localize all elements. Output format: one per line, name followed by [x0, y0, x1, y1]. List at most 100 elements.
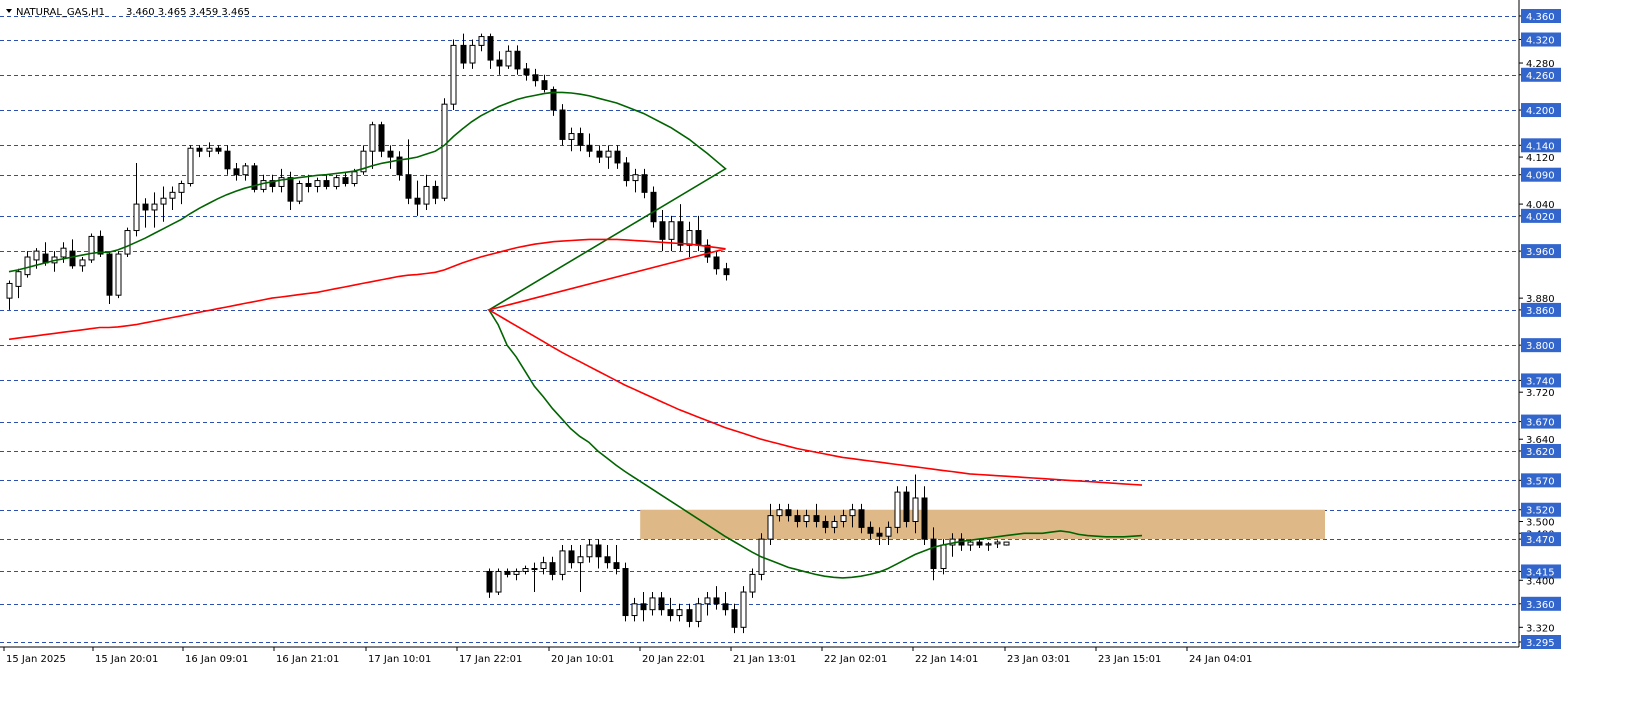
candle-body [858, 509, 865, 528]
candle-body [613, 562, 620, 570]
level-price-label: 3.360 [1526, 600, 1555, 611]
candle [650, 186, 657, 228]
time-tick-label: 20 Jan 22:01 [642, 654, 705, 665]
candle-body [713, 597, 720, 605]
candle-body [767, 515, 774, 540]
candle-body [487, 36, 494, 61]
candle-body [169, 191, 176, 199]
candle-body [495, 570, 502, 593]
chart-background [0, 0, 1651, 704]
candle-body [722, 603, 729, 611]
price-tick-label: 4.120 [1526, 153, 1555, 164]
candle-body [532, 74, 539, 82]
level-price-label: 4.140 [1526, 141, 1555, 152]
candle-body [622, 568, 629, 617]
candle-body [378, 124, 385, 152]
time-tick-label: 16 Jan 21:01 [276, 654, 339, 665]
level-price-label: 3.570 [1526, 476, 1555, 487]
candle-body [42, 253, 49, 264]
time-tick-label: 22 Jan 02:01 [824, 654, 887, 665]
candle-body [930, 538, 937, 570]
candle-body [785, 509, 792, 517]
candle-body [142, 203, 149, 211]
candle-body [740, 591, 747, 628]
candle [124, 227, 131, 257]
candle-body [531, 568, 538, 571]
candle-body [333, 177, 340, 187]
candle [187, 145, 194, 187]
price-tick-label: 3.400 [1526, 576, 1555, 587]
candle-body [577, 133, 584, 146]
candle-body [658, 597, 665, 611]
candle-body [776, 509, 783, 517]
candle-body [586, 544, 593, 558]
candle-body [794, 515, 801, 523]
candle-body [632, 174, 639, 182]
time-tick-label: 24 Jan 04:01 [1189, 654, 1252, 665]
symbol-label: NATURAL_GAS,H1 [16, 7, 105, 18]
candle-body [605, 150, 612, 158]
candle [251, 162, 258, 193]
candle-body [522, 568, 529, 572]
time-tick-label: 15 Jan 20:01 [95, 654, 158, 665]
candle-body [549, 562, 556, 575]
candle-body [514, 50, 521, 70]
candle-body [903, 491, 910, 523]
candle-body [976, 541, 983, 546]
candle-body [541, 80, 548, 90]
candle-body [486, 570, 493, 593]
candle-body [460, 44, 467, 64]
candle-body [296, 183, 303, 202]
candle [441, 98, 448, 202]
candle-body [631, 603, 638, 617]
candle-body [840, 515, 847, 523]
price-tick-label: 3.320 [1526, 623, 1555, 634]
price-chart[interactable]: 4.3604.3204.2804.2604.2004.1404.1204.090… [0, 0, 1651, 704]
candle [1003, 541, 1010, 546]
price-tick-label: 3.720 [1526, 388, 1555, 399]
candle-body [97, 235, 104, 255]
candle-body [523, 68, 530, 76]
candle [115, 251, 122, 299]
candle-body [559, 109, 566, 140]
candle-body [731, 609, 738, 628]
candle-body [178, 183, 185, 193]
candle-body [559, 550, 566, 575]
candle-body [79, 259, 86, 267]
candle-body [894, 491, 901, 528]
time-tick-label: 17 Jan 10:01 [368, 654, 431, 665]
ohlc-label: 3.460 3.465 3.459 3.465 [126, 7, 250, 18]
candle-body [677, 221, 684, 246]
candle-body [940, 544, 947, 570]
candle-body [69, 250, 76, 267]
candle-body [33, 250, 40, 261]
candle-body [441, 103, 448, 199]
candle-body [160, 197, 167, 205]
level-price-label: 4.020 [1526, 212, 1555, 223]
level-price-label: 3.860 [1526, 306, 1555, 317]
candle-body [967, 541, 974, 546]
candle-body [921, 497, 928, 540]
candle-body [60, 247, 67, 258]
time-tick-label: 20 Jan 10:01 [551, 654, 614, 665]
candle-body [803, 515, 810, 523]
candle-body [6, 282, 13, 299]
candle-body [387, 150, 394, 158]
candle-body [15, 271, 22, 287]
time-tick-label: 17 Jan 22:01 [459, 654, 522, 665]
candle-body [287, 177, 294, 202]
candle [296, 180, 303, 205]
candle-body [450, 44, 457, 105]
candle-body [242, 165, 249, 176]
candle [903, 486, 910, 528]
candle-body [749, 573, 756, 593]
level-price-label: 3.800 [1526, 341, 1555, 352]
time-tick-label: 23 Jan 03:01 [1007, 654, 1070, 665]
candle-body [513, 570, 520, 575]
level-price-label: 3.470 [1526, 535, 1555, 546]
candle [894, 486, 901, 534]
candle-body [305, 183, 312, 187]
time-tick-label: 16 Jan 09:01 [185, 654, 248, 665]
candle-body [686, 609, 693, 622]
candle-body [568, 550, 575, 564]
